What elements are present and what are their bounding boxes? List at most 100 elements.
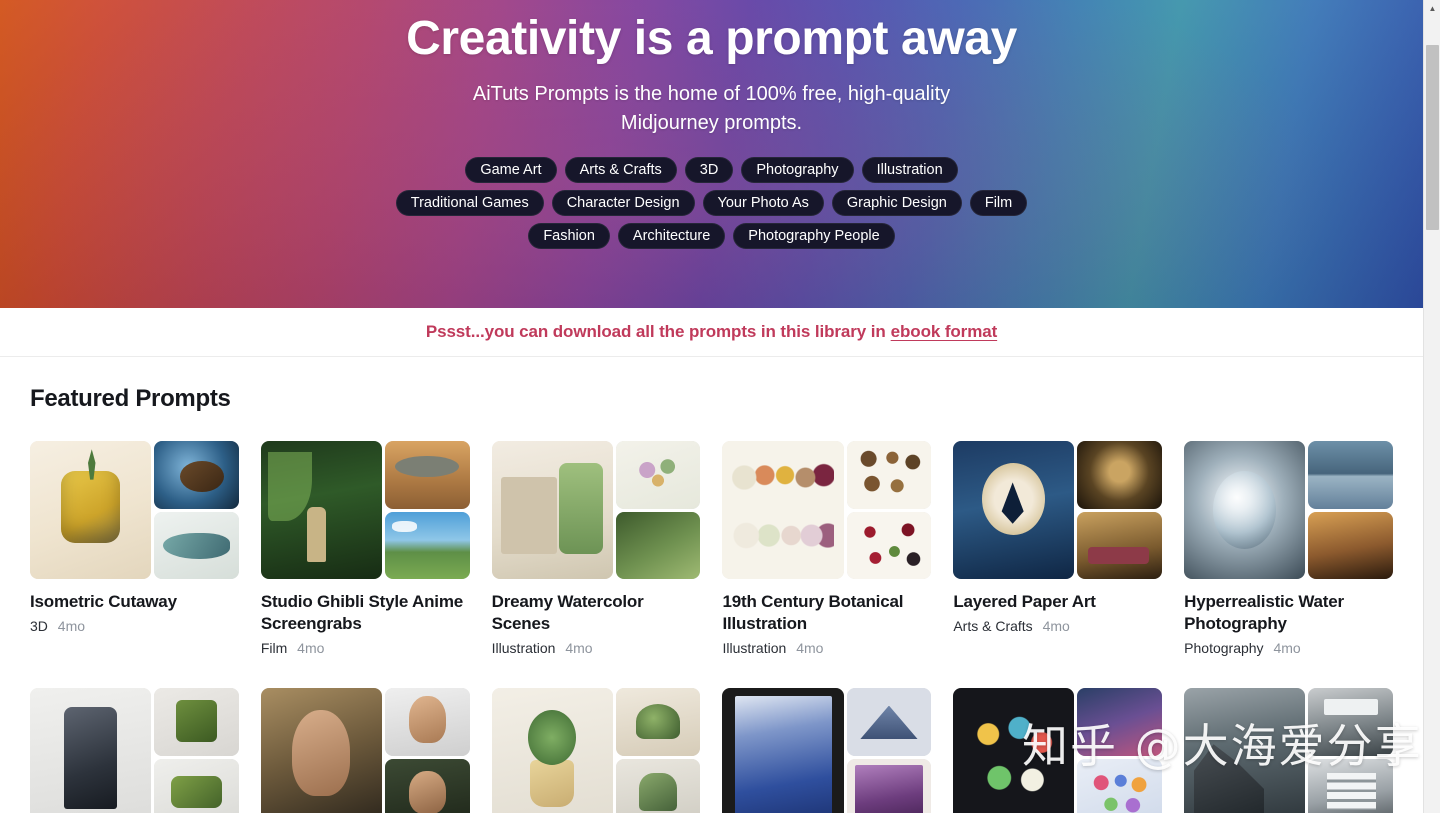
card-side-images: [846, 688, 932, 813]
card-side-images: [154, 441, 239, 579]
card-side-images: [615, 441, 701, 579]
category-pill-arts-crafts[interactable]: Arts & Crafts: [564, 157, 677, 183]
card-side-images: [846, 441, 932, 579]
hero-banner: Creativity is a prompt away AiTuts Promp…: [0, 0, 1423, 308]
card-thumbnail-group: [30, 441, 239, 579]
prompt-card[interactable]: [30, 688, 239, 813]
card-category: 3D: [30, 618, 48, 634]
category-pill-3d[interactable]: 3D: [684, 157, 734, 183]
card-title: 19th Century Botanical Illustration: [722, 592, 904, 633]
card-meta: Photography 4mo: [1184, 638, 1393, 658]
card-side-images: [615, 688, 701, 813]
featured-prompts-heading: Featured Prompts: [30, 385, 231, 412]
card-age: 4mo: [297, 640, 325, 656]
card-side-image-top: [1308, 688, 1393, 756]
prompt-card[interactable]: Layered Paper Art Arts & Crafts 4mo: [953, 441, 1163, 658]
card-age: 4mo: [57, 618, 86, 634]
card-meta: Illustration 4mo: [492, 638, 701, 658]
main-content: Featured Prompts Isometric Cutaway 3D 4m…: [0, 357, 1423, 813]
ebook-banner-text: Pssst...you can download all the prompts…: [425, 322, 886, 341]
category-pill-film[interactable]: Film: [969, 190, 1028, 216]
category-pill-fashion[interactable]: Fashion: [528, 223, 610, 249]
card-side-image-top: [154, 688, 239, 756]
card-side-image-bottom: [846, 758, 932, 813]
card-title: Layered Paper Art: [953, 592, 1096, 611]
card-title: Isometric Cutaway: [30, 592, 177, 611]
card-side-image-bottom: [1077, 758, 1163, 813]
card-side-image-top: [846, 688, 932, 756]
card-title: Dreamy Watercolor Scenes: [491, 592, 644, 633]
card-side-image-bottom: [615, 511, 701, 579]
card-thumbnail-group: [491, 688, 701, 813]
category-pill-list: Game Art Arts & Crafts 3D Photography Il…: [392, 157, 1032, 249]
category-pill-character-design[interactable]: Character Design: [551, 190, 695, 216]
vertical-scrollbar[interactable]: ▲: [1423, 0, 1440, 813]
card-side-image-top: [1077, 441, 1163, 509]
card-title: Hyperrealistic Water Photography: [1184, 592, 1344, 633]
card-thumbnail-group: [953, 441, 1163, 579]
scrollbar-thumb[interactable]: [1426, 45, 1439, 230]
card-thumbnail-group: [722, 688, 932, 813]
browser-viewport: Creativity is a prompt away AiTuts Promp…: [0, 0, 1440, 813]
card-thumbnail-group: [30, 688, 239, 813]
card-category: Film: [260, 640, 288, 656]
card-main-image: [953, 441, 1075, 579]
card-side-image-top: [384, 441, 470, 509]
card-side-image-bottom: [615, 758, 701, 813]
category-pill-photography[interactable]: Photography: [741, 157, 854, 183]
prompt-card[interactable]: Dreamy Watercolor Scenes Illustration 4m…: [491, 441, 701, 658]
card-side-image-top: [154, 441, 239, 509]
prompt-card[interactable]: [1184, 688, 1393, 813]
card-main-image: [260, 688, 382, 813]
card-thumbnail-group: [491, 441, 701, 579]
category-pill-traditional-games[interactable]: Traditional Games: [395, 190, 544, 216]
card-side-image-bottom: [384, 758, 470, 813]
prompt-card[interactable]: [260, 688, 470, 813]
hero-subtitle: AiTuts Prompts is the home of 100% free,…: [472, 83, 951, 134]
prompt-card[interactable]: [722, 688, 932, 813]
card-main-image: [491, 441, 613, 579]
card-side-image-bottom: [154, 511, 239, 579]
page-scroll-area: Creativity is a prompt away AiTuts Promp…: [0, 0, 1423, 813]
card-main-image: [722, 688, 844, 813]
card-thumbnail-group: [260, 688, 470, 813]
card-side-images: [384, 441, 470, 579]
card-side-images: [384, 688, 470, 813]
featured-prompts-grid: Isometric Cutaway 3D 4mo Studio Ghibli S…: [30, 441, 1393, 813]
ebook-format-link[interactable]: ebook format: [891, 322, 998, 342]
card-age: 4mo: [796, 640, 824, 656]
card-side-image-top: [1077, 688, 1163, 756]
scroll-up-arrow-icon[interactable]: ▲: [1424, 0, 1440, 17]
card-main-image: [953, 688, 1075, 813]
card-thumbnail-group: [1184, 688, 1393, 813]
prompt-card[interactable]: Isometric Cutaway 3D 4mo: [30, 441, 239, 658]
card-side-image-bottom: [1308, 511, 1393, 579]
card-side-images: [1308, 688, 1393, 813]
category-pill-game-art[interactable]: Game Art: [465, 157, 557, 183]
scrollbar-track[interactable]: [1424, 17, 1440, 813]
card-age: 4mo: [565, 640, 593, 656]
card-side-images: [1077, 688, 1163, 813]
card-thumbnail-group: [260, 441, 470, 579]
category-pill-illustration[interactable]: Illustration: [861, 157, 958, 183]
card-main-image: [722, 441, 844, 579]
card-side-image-top: [615, 688, 701, 756]
card-side-image-top: [1308, 441, 1393, 509]
card-side-images: [1308, 441, 1393, 579]
category-pill-your-photo-as[interactable]: Your Photo As: [702, 190, 824, 216]
category-pill-photography-people[interactable]: Photography People: [733, 223, 895, 249]
card-side-image-bottom: [154, 758, 239, 813]
card-main-image: [260, 441, 382, 579]
prompt-card[interactable]: [491, 688, 701, 813]
prompt-card[interactable]: Studio Ghibli Style Anime Screengrabs Fi…: [260, 441, 470, 658]
card-side-image-top: [615, 441, 701, 509]
prompt-card[interactable]: 19th Century Botanical Illustration Illu…: [722, 441, 932, 658]
card-title: Studio Ghibli Style Anime Screengrabs: [260, 592, 463, 633]
category-pill-graphic-design[interactable]: Graphic Design: [831, 190, 962, 216]
prompt-card[interactable]: [953, 688, 1163, 813]
card-meta: 3D 4mo: [30, 616, 239, 636]
card-main-image: [491, 688, 613, 813]
category-pill-architecture[interactable]: Architecture: [617, 223, 726, 249]
prompt-card[interactable]: Hyperrealistic Water Photography Photogr…: [1184, 441, 1393, 658]
card-meta: Arts & Crafts 4mo: [953, 616, 1162, 636]
